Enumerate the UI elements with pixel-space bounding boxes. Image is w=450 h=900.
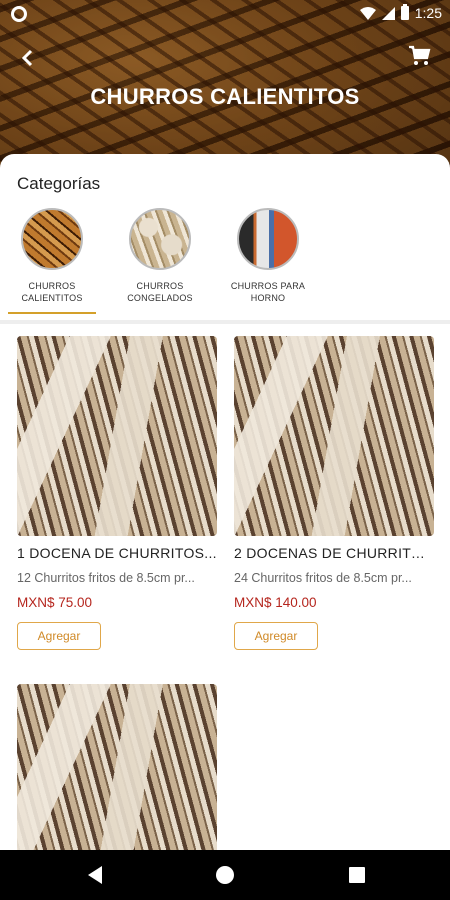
product-price: MXN$ 140.00 (234, 595, 317, 610)
navigation-bar (0, 850, 450, 900)
category-image (129, 208, 191, 270)
product-card[interactable] (17, 684, 217, 850)
category-label: CHURROS CONGELADOS (127, 281, 193, 303)
status-bar: 1:25 (0, 0, 450, 28)
product-card[interactable]: 1 DOCENA DE CHURRITOS... 12 Churritos fr… (17, 336, 217, 650)
product-image[interactable] (17, 684, 217, 850)
category-item-congelados[interactable]: CHURROS CONGELADOS (116, 208, 204, 314)
content-sheet: Categorías CHURROS CALIENTITOS CHURROS C… (0, 154, 450, 850)
product-name: 2 DOCENAS DE CHURRITO... (234, 545, 434, 561)
selected-indicator (8, 312, 96, 314)
category-item-calientitos[interactable]: CHURROS CALIENTITOS (8, 208, 96, 314)
wifi-icon (359, 6, 376, 20)
back-arrow-icon[interactable] (16, 46, 40, 70)
product-card[interactable]: 2 DOCENAS DE CHURRITO... 24 Churritos fr… (234, 336, 434, 650)
nav-back-icon[interactable] (86, 865, 104, 885)
product-name: 1 DOCENA DE CHURRITOS... (17, 545, 217, 561)
nav-home-icon[interactable] (216, 866, 234, 884)
add-to-cart-button[interactable]: Agregar (234, 622, 318, 650)
battery-icon (400, 4, 409, 20)
page-title: CHURROS CALIENTITOS (90, 84, 360, 109)
product-description: 12 Churritos fritos de 8.5cm pr... (17, 571, 195, 585)
category-image (21, 208, 83, 270)
cart-icon[interactable] (408, 44, 432, 68)
category-image (237, 208, 299, 270)
product-image[interactable] (234, 336, 434, 536)
product-price: MXN$ 75.00 (17, 595, 93, 610)
product-description: 24 Churritos fritos de 8.5cm pr... (234, 571, 412, 585)
category-item-para-horno[interactable]: CHURROS PARA HORNO (224, 208, 312, 314)
signal-icon (381, 6, 395, 20)
status-time: 1:25 (414, 5, 442, 21)
add-to-cart-button[interactable]: Agregar (17, 622, 101, 650)
category-list: CHURROS CALIENTITOS CHURROS CONGELADOS C… (8, 208, 332, 314)
product-image[interactable] (17, 336, 217, 536)
category-label: CHURROS PARA HORNO (230, 281, 306, 303)
nav-recent-icon[interactable] (349, 867, 365, 883)
notification-icon (11, 6, 27, 22)
categories-title: Categorías (17, 174, 101, 193)
category-label: CHURROS CALIENTITOS (21, 281, 83, 303)
divider (0, 320, 450, 324)
